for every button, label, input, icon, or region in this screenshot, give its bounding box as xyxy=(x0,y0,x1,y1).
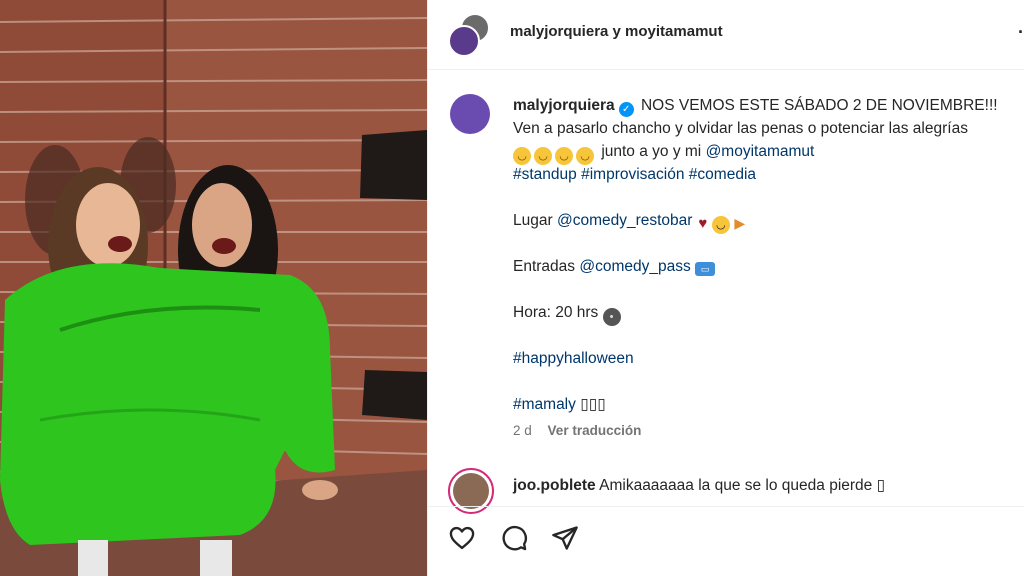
more-options-icon[interactable]: · xyxy=(1018,23,1024,41)
heart-icon[interactable] xyxy=(448,524,480,556)
send-icon[interactable] xyxy=(551,524,583,556)
caption: malyjorquiera ✓ NOS VEMOS ESTE SÁBADO 2 D… xyxy=(428,80,1024,460)
caption-entradas: Entradas @comedy_pass ▭ xyxy=(513,255,1024,278)
hashtag-link[interactable]: #happyhalloween xyxy=(513,350,634,367)
sunglasses-emoji-icon: ◡ xyxy=(711,216,730,234)
face-emoji-icon: • xyxy=(602,308,621,326)
post-header: malyjorquiera y moyitamamut · xyxy=(428,0,1024,70)
comment-icon[interactable] xyxy=(500,524,532,556)
pizza-emoji-icon: ▶ xyxy=(734,215,746,231)
post-authors[interactable]: malyjorquiera y moyitamamut xyxy=(510,23,723,40)
comment-text: joo.poblete Amikaaaaaaa la que se lo que… xyxy=(513,476,885,495)
caption-line3-text: junto a yo y mi xyxy=(601,143,702,160)
mention-comedy-pass[interactable]: @comedy_pass xyxy=(579,258,690,275)
post-time[interactable]: 2 d xyxy=(513,423,532,438)
caption-avatar[interactable] xyxy=(450,94,490,134)
lugar-label: Lugar xyxy=(513,212,553,229)
comment-row: joo.poblete Amikaaaaaaa la que se lo que… xyxy=(428,466,1024,514)
caption-happyhalloween: #happyhalloween xyxy=(513,347,1024,370)
caption-text: malyjorquiera ✓ NOS VEMOS ESTE SÁBADO 2 D… xyxy=(513,94,1024,442)
hashtag-link[interactable]: #standup xyxy=(513,166,577,183)
caption-title: NOS VEMOS ESTE SÁBADO 2 DE NOVIEMBRE!!! xyxy=(640,97,998,114)
caption-line-1: malyjorquiera ✓ NOS VEMOS ESTE SÁBADO 2 D… xyxy=(513,94,1024,117)
caption-line-2: Ven a pasarlo chancho y olvidar las pena… xyxy=(513,120,968,137)
caption-mamaly: #mamaly ▯▯▯ xyxy=(513,393,1024,416)
ticket-emoji-icon: ▭ xyxy=(695,262,716,276)
verified-badge-icon: ✓ xyxy=(618,102,634,117)
caption-meta: 2 d Ver traducción xyxy=(513,419,1024,442)
hora-text: Hora: 20 hrs xyxy=(513,304,599,321)
caption-lugar: Lugar @comedy_restobar ♥ ◡ ▶ xyxy=(513,209,1024,234)
see-translation-button[interactable]: Ver traducción xyxy=(548,423,642,438)
caption-hora: Hora: 20 hrs • xyxy=(513,301,1024,326)
mention-moyitamamut[interactable]: @moyitamamut xyxy=(706,143,815,160)
caption-username[interactable]: malyjorquiera xyxy=(513,97,615,114)
photo-illustration xyxy=(0,0,427,576)
action-bar xyxy=(428,506,1024,576)
avatar-malyjorquiera[interactable] xyxy=(448,25,480,57)
comment-body: Amikaaaaaaa la que se lo queda pierde xyxy=(599,477,873,494)
post-details-panel: malyjorquiera y moyitamamut · malyjorqui… xyxy=(427,0,1024,576)
entradas-label: Entradas xyxy=(513,258,576,275)
wine-glass-emoji-icon: ♥ xyxy=(698,215,708,232)
hashtag-link[interactable]: #improvisación xyxy=(581,166,684,183)
hashtag-link[interactable]: #comedia xyxy=(689,166,756,183)
hashtag-link[interactable]: #mamaly xyxy=(513,396,576,413)
comment-username[interactable]: joo.poblete xyxy=(513,477,596,494)
mention-comedy-restobar[interactable]: @comedy_restobar xyxy=(557,212,693,229)
caption-hashtags: #standup #improvisación #comedia xyxy=(513,163,1024,186)
comment-suffix: ▯ xyxy=(876,477,886,494)
post-photo[interactable] xyxy=(0,0,427,576)
mamaly-suffix: ▯▯▯ xyxy=(580,396,606,413)
collab-avatars[interactable] xyxy=(448,13,492,57)
caption-line-3: ◡ ◡ ◡ ◡ junto a yo y mi @moyitamamut xyxy=(513,140,1024,165)
